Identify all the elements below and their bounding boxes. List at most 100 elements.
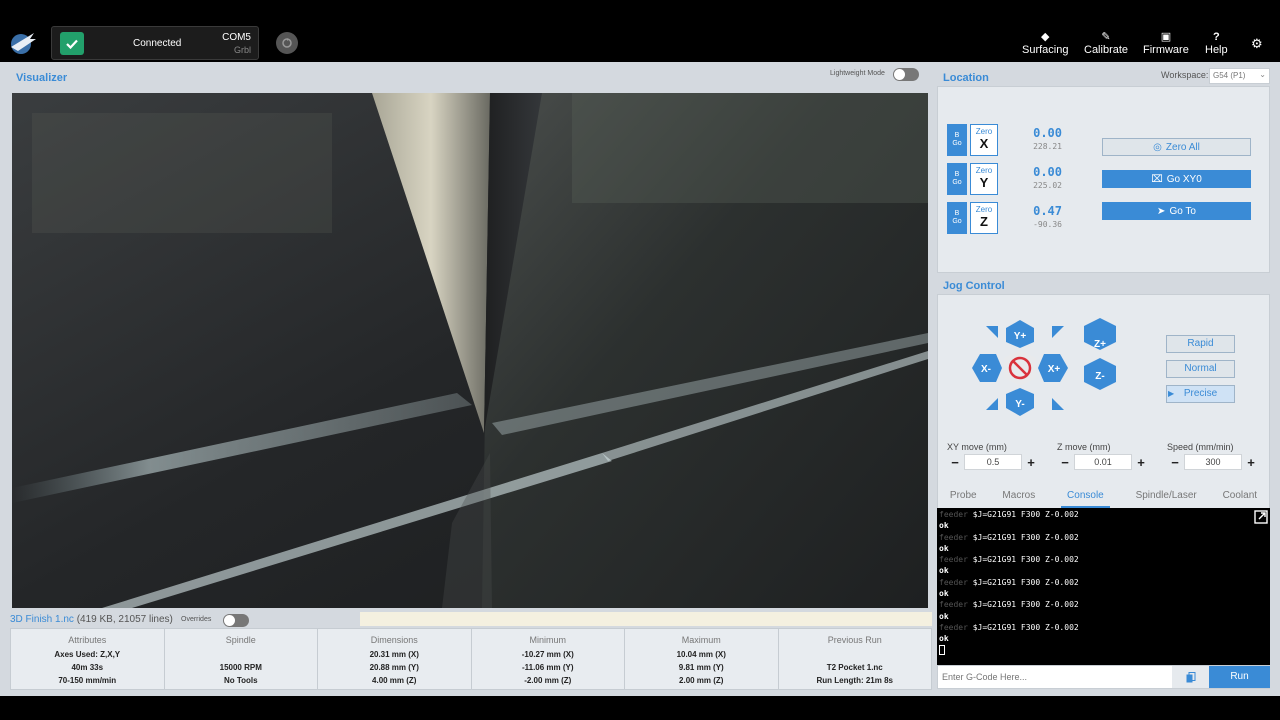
lightweight-mode-toggle[interactable] — [893, 68, 919, 81]
stat-maximum: Maximum 10.04 mm (X) 9.81 mm (Y) 2.00 mm… — [625, 629, 779, 689]
console-line: ok — [939, 543, 949, 553]
jog-zplus-button[interactable]: Z+ — [1084, 318, 1116, 350]
stat-spindle: Spindle 15000 RPM No Tools — [165, 629, 318, 689]
z-increment-button[interactable]: + — [1134, 455, 1148, 470]
speed-stepper: − 300 + — [1168, 453, 1258, 471]
rapid-speed-button[interactable]: Rapid — [1166, 335, 1235, 353]
calibrate-icon: ✎ — [1101, 31, 1111, 43]
console-line: ok — [939, 611, 949, 621]
run-button[interactable]: Run — [1209, 666, 1270, 688]
nav-surfacing[interactable]: ◆ Surfacing — [1022, 30, 1068, 56]
console-line: ok — [939, 634, 949, 644]
tab-coolant[interactable]: Coolant — [1223, 488, 1257, 508]
overrides-toggle[interactable] — [223, 614, 249, 627]
go-to-button[interactable]: ➤ Go To — [1102, 202, 1251, 220]
work-position-x[interactable]: 0.00 — [1008, 126, 1062, 140]
visualizer-viewport[interactable] — [12, 93, 928, 608]
zero-z-button[interactable]: Zero Z — [970, 202, 998, 234]
xy-move-label: XY move (mm) — [947, 442, 1007, 452]
sync-button[interactable] — [276, 32, 298, 54]
speed-input[interactable]: 300 — [1184, 454, 1242, 470]
console-cursor — [939, 644, 945, 655]
machine-position-x: 228.21 — [1033, 142, 1062, 151]
go-y-button[interactable]: B Go — [947, 163, 967, 195]
zero-x-button[interactable]: Zero X — [970, 124, 998, 156]
go-x-button[interactable]: B Go — [947, 124, 967, 156]
command-row: Run — [937, 665, 1270, 689]
stat-attributes: Attributes Axes Used: Z,X,Y 40m 33s 70-1… — [11, 629, 165, 689]
file-name: 3D Finish 1.nc (419 KB, 21057 lines) — [10, 614, 173, 625]
console-line: ok — [939, 521, 949, 531]
nav-calibrate[interactable]: ✎ Calibrate — [1084, 30, 1128, 56]
jog-control-title: Jog Control — [943, 280, 1005, 292]
svg-text:Z+: Z+ — [1094, 339, 1106, 350]
precise-speed-button[interactable]: ▶ Precise — [1166, 385, 1235, 403]
file-progress-strip — [360, 612, 932, 626]
jog-xplus-button[interactable]: X+ — [1038, 354, 1068, 382]
zero-all-button[interactable]: ◎ Zero All — [1102, 138, 1251, 156]
overrides-label: Overrides — [181, 616, 212, 623]
speed-decrement-button[interactable]: − — [1168, 455, 1182, 470]
svg-text:Z-: Z- — [1095, 371, 1104, 382]
zero-y-button[interactable]: Zero Y — [970, 163, 998, 195]
go-xy0-button[interactable]: ⌧ Go XY0 — [1102, 170, 1251, 188]
speed-label: Speed (mm/min) — [1167, 442, 1234, 452]
tab-macros[interactable]: Macros — [1002, 488, 1035, 508]
jog-pad: Y+ Y- X- X+ Z+ Z- — [972, 318, 1116, 416]
copy-button[interactable] — [1172, 666, 1209, 688]
xy-increment-button[interactable]: + — [1024, 455, 1038, 470]
jog-xminus-yplus[interactable] — [986, 326, 998, 338]
console-line: feeder $J=G21G91 F300 Z-0.002 — [939, 555, 1079, 565]
jog-zminus-button[interactable]: Z- — [1084, 358, 1116, 390]
main-area: Visualizer Lightweight Mode 3D Finish 1.… — [0, 62, 1280, 696]
lightweight-mode-label: Lightweight Mode — [830, 70, 885, 77]
stat-minimum: Minimum -10.27 mm (X) -11.06 mm (Y) -2.0… — [472, 629, 625, 689]
sync-icon — [282, 38, 292, 48]
z-move-stepper: − 0.01 + — [1058, 453, 1148, 471]
jog-xminus-button[interactable]: X- — [972, 354, 1002, 382]
tab-spindle-laser[interactable]: Spindle/Laser — [1136, 488, 1197, 508]
tab-probe[interactable]: Probe — [950, 488, 977, 508]
xy-move-input[interactable]: 0.5 — [964, 454, 1022, 470]
firmware-icon: ▣ — [1160, 31, 1172, 43]
normal-speed-button[interactable]: Normal — [1166, 360, 1235, 378]
jog-xminus-yminus[interactable] — [986, 398, 998, 410]
jog-stop-button[interactable] — [1004, 350, 1036, 386]
top-bar: Connected COM5 Grbl ◆ Surfacing ✎ Calibr… — [0, 0, 1280, 62]
go-z-button[interactable]: B Go — [947, 202, 967, 234]
xy-decrement-button[interactable]: − — [948, 455, 962, 470]
work-position-z[interactable]: 0.47 — [1008, 204, 1062, 218]
file-info-bar: 3D Finish 1.nc (419 KB, 21057 lines) Ove… — [0, 610, 932, 628]
console-line: feeder $J=G21G91 F300 Z-0.002 — [939, 622, 1079, 632]
settings-button[interactable]: ⚙ — [1251, 36, 1263, 52]
console-line: ok — [939, 589, 949, 599]
xy-move-stepper: − 0.5 + — [948, 453, 1038, 471]
gcode-input[interactable] — [938, 666, 1171, 688]
jog-xplus-yminus[interactable] — [1052, 398, 1064, 410]
z-move-input[interactable]: 0.01 — [1074, 454, 1132, 470]
popout-icon[interactable] — [1254, 510, 1268, 524]
workspace-select[interactable]: G54 (P1) ⌄ — [1209, 68, 1270, 84]
jog-yplus-button[interactable]: Y+ — [1006, 320, 1034, 348]
camera-feed-image — [12, 93, 928, 608]
visualizer-title: Visualizer — [16, 72, 68, 84]
connection-port: COM5 — [222, 32, 251, 43]
nav-help[interactable]: ? Help — [1205, 30, 1228, 56]
jog-yminus-button[interactable]: Y- — [1006, 388, 1034, 416]
speed-increment-button[interactable]: + — [1244, 455, 1258, 470]
connected-check-icon — [60, 32, 84, 55]
jog-xplus-yplus[interactable] — [1052, 326, 1064, 338]
workspace-label: Workspace: — [1161, 70, 1209, 80]
nav-firmware[interactable]: ▣ Firmware — [1143, 30, 1189, 56]
console-output[interactable]: feeder $J=G21G91 F300 Z-0.002 ok feeder $J… — [937, 508, 1270, 665]
machine-position-y: 225.02 — [1033, 181, 1062, 190]
connection-status: Connected — [133, 38, 182, 49]
connection-widget[interactable]: Connected COM5 Grbl — [51, 26, 259, 60]
help-icon: ? — [1212, 31, 1220, 43]
location-title: Location — [943, 72, 989, 84]
work-position-y[interactable]: 0.00 — [1008, 165, 1062, 179]
z-decrement-button[interactable]: − — [1058, 455, 1072, 470]
tab-console[interactable]: Console — [1061, 488, 1110, 508]
file-meta: (419 KB, 21057 lines) — [76, 614, 173, 625]
file-stats: Attributes Axes Used: Z,X,Y 40m 33s 70-1… — [10, 628, 932, 690]
